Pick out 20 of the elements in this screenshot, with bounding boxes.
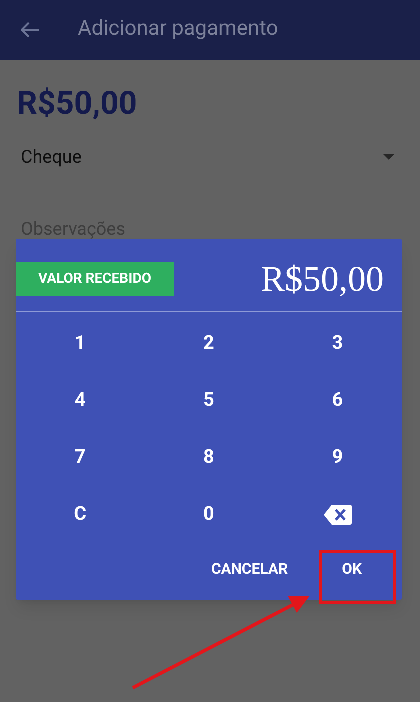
amount-text: R$50,00 bbox=[17, 84, 138, 122]
keypad-key[interactable]: 8 bbox=[198, 443, 220, 472]
keypad-key[interactable]: 9 bbox=[326, 443, 350, 472]
keypad-key[interactable]: 4 bbox=[68, 386, 92, 415]
keypad-key[interactable]: 2 bbox=[198, 329, 220, 358]
keypad-key[interactable]: 3 bbox=[326, 329, 350, 358]
keypad-key[interactable]: 5 bbox=[198, 386, 220, 415]
keypad-key[interactable]: 0 bbox=[198, 500, 220, 529]
ok-button[interactable]: OK bbox=[322, 549, 382, 589]
keypad-key[interactable]: 1 bbox=[68, 329, 92, 358]
keypad-key[interactable]: 6 bbox=[326, 386, 350, 415]
back-arrow-icon[interactable] bbox=[21, 22, 40, 38]
keypad-key[interactable]: C bbox=[68, 500, 93, 529]
dropdown-caret-icon bbox=[383, 154, 395, 160]
cancel-button[interactable]: CANCELAR bbox=[199, 549, 300, 589]
received-value-tag: VALOR RECEBIDO bbox=[16, 262, 174, 296]
screen-title: Adicionar pagamento bbox=[78, 16, 278, 44]
keypad-key[interactable]: 7 bbox=[68, 443, 92, 472]
received-value-text: R$50,00 bbox=[260, 258, 384, 301]
backspace-icon[interactable] bbox=[324, 504, 352, 524]
